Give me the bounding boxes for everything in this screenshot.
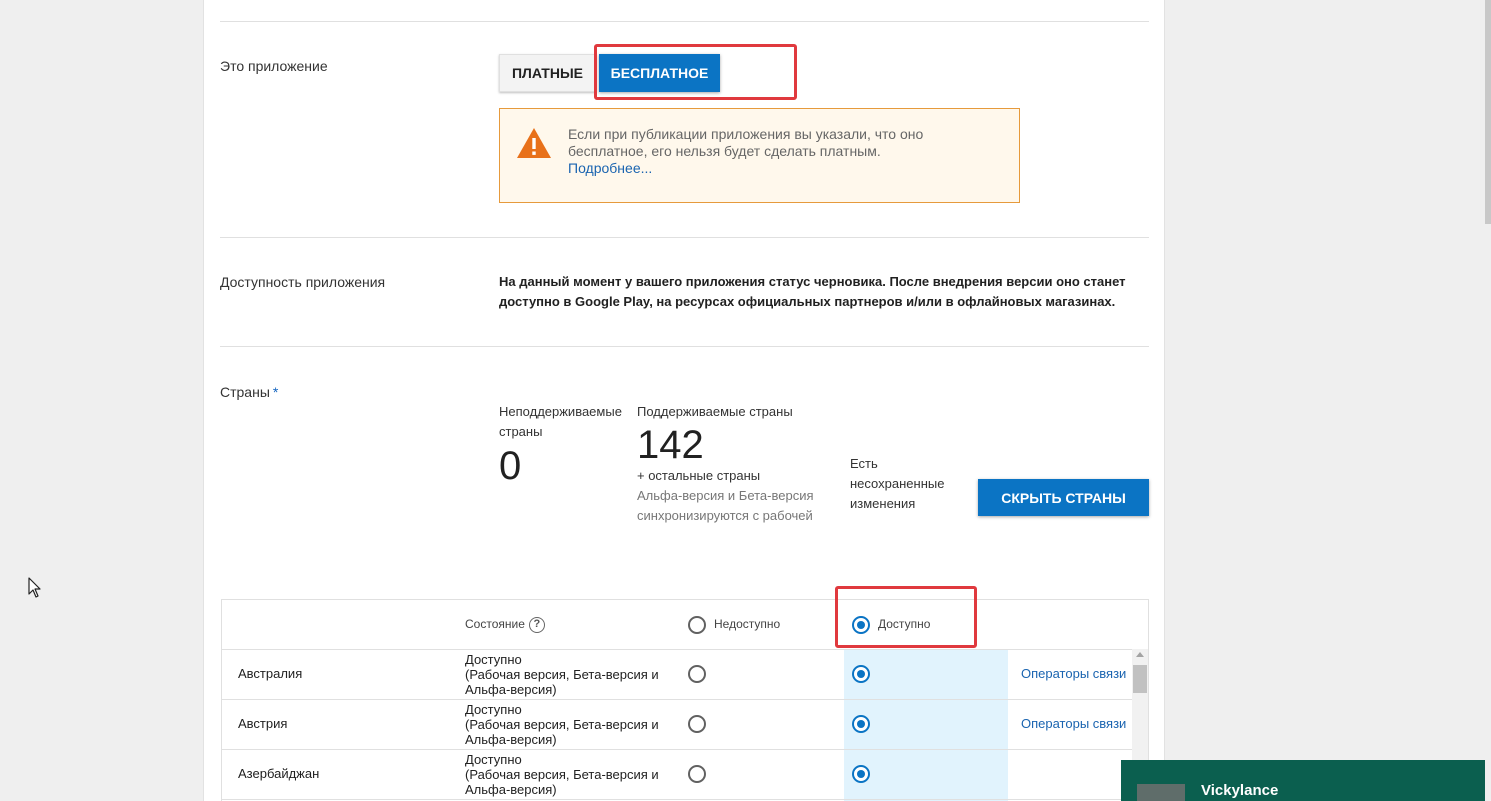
unavailable-header: Недоступно xyxy=(714,617,781,631)
country-status: Доступно (Рабочая версия, Бета-версия и … xyxy=(465,652,659,697)
countries-label-text: Страны xyxy=(220,384,270,400)
country-status: Доступно (Рабочая версия, Бета-версия и … xyxy=(465,752,659,797)
status-line: (Рабочая версия, Бета-версия и xyxy=(465,667,659,682)
status-line: Альфа-версия) xyxy=(465,682,557,697)
paid-toggle-button[interactable]: ПЛАТНЫЕ xyxy=(499,54,596,92)
carriers-link[interactable]: Операторы связи xyxy=(1021,666,1126,681)
country-status: Доступно (Рабочая версия, Бета-версия и … xyxy=(465,702,659,747)
available-radio[interactable] xyxy=(852,665,870,683)
annotation-highlight-box xyxy=(594,44,797,100)
scroll-up-arrow-icon[interactable] xyxy=(1136,652,1144,657)
unavailable-radio[interactable] xyxy=(688,665,706,683)
status-line: (Рабочая версия, Бета-версия и xyxy=(465,767,659,782)
warning-text: Если при публикации приложения вы указал… xyxy=(568,126,924,159)
required-mark: * xyxy=(272,384,279,400)
divider xyxy=(220,21,1149,22)
chat-popup[interactable]: Vickylance xyxy=(1121,760,1485,801)
row-divider xyxy=(222,749,1132,750)
mouse-cursor-icon xyxy=(28,577,41,598)
row-divider xyxy=(222,649,1132,650)
pricing-warning: Если при публикации приложения вы указал… xyxy=(499,108,1020,203)
divider xyxy=(220,237,1149,238)
hide-countries-button[interactable]: СКРЫТЬ СТРАНЫ xyxy=(978,479,1149,516)
supported-count: 142 xyxy=(637,423,704,467)
avatar xyxy=(1137,784,1185,801)
status-line: Альфа-версия) xyxy=(465,782,557,797)
divider xyxy=(220,346,1149,347)
status-line: Доступно xyxy=(465,652,522,667)
unsaved-changes-note: Есть несохраненные изменения xyxy=(850,456,945,511)
row-divider xyxy=(222,699,1132,700)
popup-name: Vickylance xyxy=(1201,782,1279,799)
status-header: Состояние? xyxy=(465,617,545,633)
countries-label: Страны * xyxy=(220,384,278,400)
status-header-text: Состояние xyxy=(465,617,525,632)
availability-label: Доступность приложения xyxy=(220,274,386,290)
unavailable-radio[interactable] xyxy=(688,765,706,783)
status-line: Доступно xyxy=(465,702,522,717)
unsupported-count: 0 xyxy=(499,444,522,488)
countries-table: Состояние? Недоступно Доступно Австралия… xyxy=(221,599,1149,801)
supported-label: Поддерживаемые страны xyxy=(637,404,793,419)
page-scrollbar[interactable] xyxy=(1484,0,1491,801)
country-name: Австрия xyxy=(238,716,288,731)
sync-note: Альфа-версия и Бета-версия синхронизирую… xyxy=(637,488,814,523)
warning-icon xyxy=(517,128,551,158)
pricing-label: Это приложение xyxy=(220,58,328,74)
country-name: Азербайджан xyxy=(238,766,320,781)
unsupported-label: Неподдерживаемые страны xyxy=(499,404,622,439)
availability-text: На данный момент у вашего приложения ста… xyxy=(499,274,1126,309)
carriers-link[interactable]: Операторы связи xyxy=(1021,716,1126,731)
unavailable-all-radio[interactable] xyxy=(688,616,706,634)
rest-countries-label: + остальные страны xyxy=(637,466,837,486)
warning-message: Если при публикации приложения вы указал… xyxy=(568,126,968,177)
available-radio[interactable] xyxy=(852,765,870,783)
country-name: Австралия xyxy=(238,666,303,681)
help-icon[interactable]: ? xyxy=(528,617,545,633)
status-line: Доступно xyxy=(465,752,522,767)
available-radio[interactable] xyxy=(852,715,870,733)
unavailable-radio[interactable] xyxy=(688,715,706,733)
status-line: (Рабочая версия, Бета-версия и xyxy=(465,717,659,732)
row-divider xyxy=(222,799,1132,800)
annotation-highlight-box xyxy=(835,586,977,648)
page-scroll-thumb[interactable] xyxy=(1485,0,1491,224)
settings-panel: Это приложение ПЛАТНЫЕ БЕСПЛАТНОЕ Если п… xyxy=(203,0,1165,801)
table-scroll-thumb[interactable] xyxy=(1133,665,1147,693)
status-line: Альфа-версия) xyxy=(465,732,557,747)
learn-more-link[interactable]: Подробнее... xyxy=(568,160,652,176)
rest-countries-text: + остальные страны xyxy=(637,468,761,483)
